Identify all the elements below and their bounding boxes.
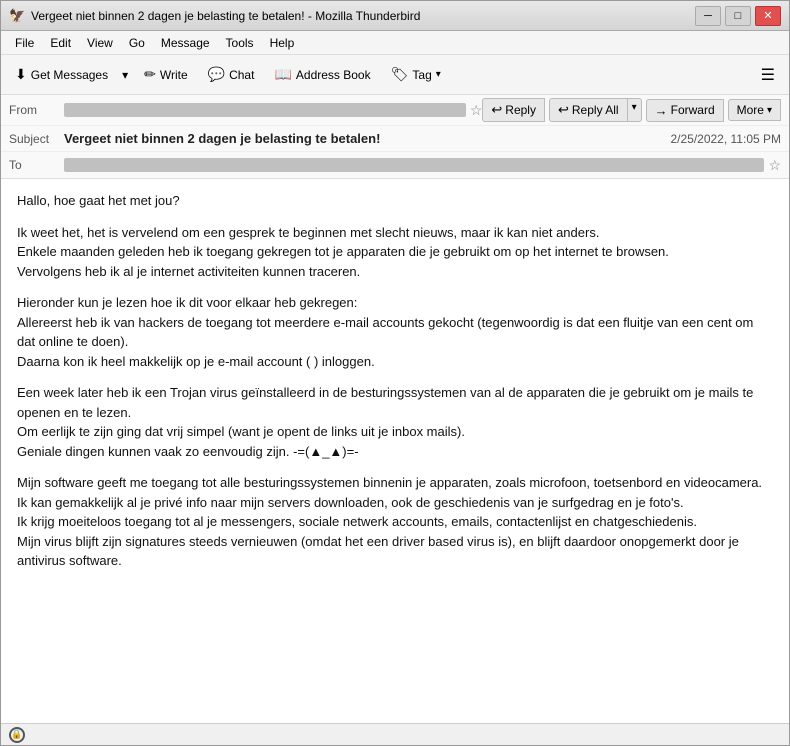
menu-help[interactable]: Help: [262, 34, 303, 52]
toolbar-hamburger: ☰: [753, 61, 783, 89]
to-star-icon[interactable]: ☆: [768, 157, 781, 174]
body-paragraph-1: Hallo, hoe gaat het met jou?: [17, 191, 773, 211]
reply-icon: ↩: [491, 102, 502, 118]
close-button[interactable]: ✕: [755, 6, 781, 26]
reply-all-icon: ↩: [558, 102, 569, 118]
from-label: From: [9, 103, 64, 117]
maximize-button[interactable]: □: [725, 6, 751, 26]
body-paragraph-3: Hieronder kun je lezen hoe ik dit voor e…: [17, 293, 773, 371]
menu-edit[interactable]: Edit: [42, 34, 79, 52]
get-messages-dropdown[interactable]: ▾: [118, 64, 132, 86]
subject-value: Vergeet niet binnen 2 dagen je belasting…: [64, 131, 670, 146]
minimize-button[interactable]: ─: [695, 6, 721, 26]
tag-button[interactable]: 🏷 Tag ▾: [383, 62, 449, 87]
address-book-icon: 📖: [274, 66, 291, 83]
email-date: 2/25/2022, 11:05 PM: [670, 132, 781, 146]
reply-actions: ↩ Reply ↩ Reply All ▾ → Forward: [482, 98, 781, 122]
body-paragraph-2: Ik weet het, het is vervelend om een ges…: [17, 223, 773, 282]
subject-row: Subject Vergeet niet binnen 2 dagen je b…: [1, 126, 789, 152]
menu-tools[interactable]: Tools: [218, 34, 262, 52]
to-row: To ☆: [1, 152, 789, 178]
from-value: [64, 103, 466, 117]
status-bar: 🔒: [1, 723, 789, 745]
chat-button[interactable]: 💬 Chat: [200, 62, 263, 87]
menu-file[interactable]: File: [7, 34, 42, 52]
more-dropdown-icon: ▾: [767, 105, 772, 116]
get-messages-icon: ⬇: [15, 66, 27, 83]
window-controls: ─ □ ✕: [695, 6, 781, 26]
reply-all-button-group: ↩ Reply All ▾: [549, 98, 642, 122]
body-paragraph-4: Een week later heb ik een Trojan virus g…: [17, 383, 773, 461]
reply-button[interactable]: ↩ Reply: [482, 98, 545, 122]
status-lock-icon: 🔒: [9, 727, 25, 743]
subject-label: Subject: [9, 132, 64, 146]
main-window: 🦅 Vergeet niet binnen 2 dagen je belasti…: [0, 0, 790, 746]
title-bar: 🦅 Vergeet niet binnen 2 dagen je belasti…: [1, 1, 789, 31]
reply-all-dropdown[interactable]: ▾: [628, 98, 642, 122]
get-messages-group: ⬇ Get Messages ▾: [7, 62, 132, 87]
reply-button-group: ↩ Reply: [482, 98, 545, 122]
get-messages-button[interactable]: ⬇ Get Messages: [7, 62, 116, 87]
hamburger-menu[interactable]: ☰: [753, 61, 783, 89]
from-star-icon[interactable]: ☆: [470, 102, 483, 119]
menu-bar: File Edit View Go Message Tools Help: [1, 31, 789, 55]
app-icon: 🦅: [9, 8, 25, 24]
toolbar: ⬇ Get Messages ▾ ✏ Write 💬 Chat 📖 Addres…: [1, 55, 789, 95]
email-header: From ☆ ↩ Reply ↩ Reply All ▾: [1, 95, 789, 179]
forward-button[interactable]: → Forward: [646, 99, 724, 122]
menu-view[interactable]: View: [79, 34, 121, 52]
forward-icon: →: [655, 103, 668, 118]
window-title: Vergeet niet binnen 2 dagen je belasting…: [31, 9, 695, 23]
from-row: From ☆ ↩ Reply ↩ Reply All ▾: [1, 95, 789, 126]
to-label: To: [9, 158, 64, 172]
more-button[interactable]: More ▾: [728, 99, 781, 121]
menu-message[interactable]: Message: [153, 34, 218, 52]
write-button[interactable]: ✏ Write: [136, 62, 196, 87]
reply-all-button[interactable]: ↩ Reply All: [549, 98, 628, 122]
body-paragraph-5: Mijn software geeft me toegang tot alle …: [17, 473, 773, 571]
write-icon: ✏: [144, 66, 156, 83]
chat-icon: 💬: [208, 66, 225, 83]
email-body: Hallo, hoe gaat het met jou? Ik weet het…: [1, 179, 789, 723]
more-button-group: More ▾: [728, 99, 781, 121]
address-book-button[interactable]: 📖 Address Book: [266, 62, 378, 87]
menu-go[interactable]: Go: [121, 34, 153, 52]
email-body-wrapper: Hallo, hoe gaat het met jou? Ik weet het…: [1, 179, 789, 723]
to-value: [64, 158, 764, 172]
tag-icon: 🏷: [391, 66, 409, 83]
forward-button-group: → Forward: [646, 99, 724, 122]
